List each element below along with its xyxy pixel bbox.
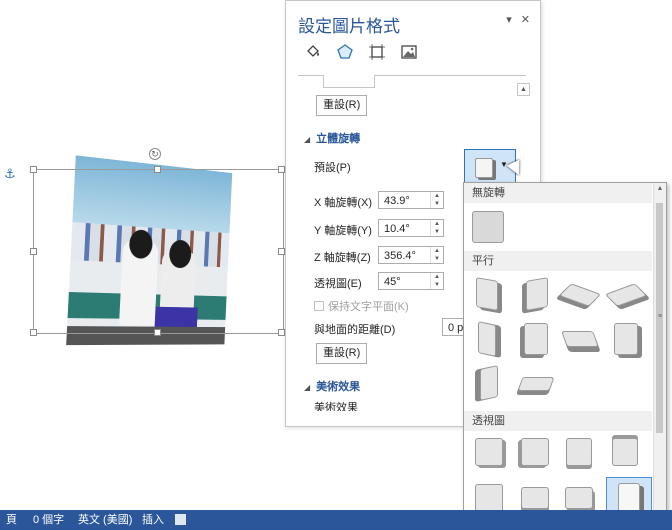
resize-handle[interactable]: [278, 248, 285, 255]
preset-parallel-5[interactable]: [472, 321, 506, 357]
picture-icon[interactable]: [398, 41, 420, 63]
anchor-icon: ⚓: [4, 166, 16, 181]
status-insert-mode[interactable]: 插入: [142, 510, 164, 530]
preset-parallel-10[interactable]: [517, 365, 555, 399]
fill-line-icon[interactable]: [302, 41, 324, 63]
close-icon[interactable]: ✕: [521, 14, 530, 26]
preset-perspective-4[interactable]: [608, 435, 642, 469]
preset-parallel-8[interactable]: [608, 321, 642, 355]
perspective-label: 透視圖(E): [314, 278, 362, 290]
z-rotation-label: Z 軸旋轉(Z): [314, 252, 371, 264]
scroll-up-icon[interactable]: ▲: [654, 185, 666, 192]
scroll-up-icon[interactable]: ▲: [517, 83, 530, 96]
preset-cube-icon: [475, 158, 493, 178]
preset-perspective-selected[interactable]: [606, 477, 652, 513]
preset-perspective-2[interactable]: [518, 435, 552, 469]
pane-title: 設定圖片格式: [298, 17, 400, 36]
rotation-preset-gallery: 無旋轉 平行 透視圖 ▲ ≡: [463, 182, 667, 514]
z-rotation-input[interactable]: 356.4° ▲ ▼: [378, 246, 444, 264]
resize-handle[interactable]: [30, 248, 37, 255]
reset-button[interactable]: 重設(R): [316, 95, 368, 116]
status-page[interactable]: 頁: [6, 510, 17, 530]
gallery-header-perspective: 透視圖: [464, 411, 652, 431]
section-artistic-effects[interactable]: ◢ 美術效果: [304, 378, 360, 394]
perspective-input[interactable]: 45° ▲ ▼: [378, 272, 444, 290]
preset-parallel-2[interactable]: [518, 277, 552, 311]
gallery-header-parallel: 平行: [464, 251, 652, 271]
reset-button[interactable]: 重設(R): [316, 343, 368, 364]
effects-icon[interactable]: [334, 41, 356, 63]
preset-perspective-1[interactable]: [472, 435, 506, 469]
distance-label: 與地面的距離(D): [314, 324, 396, 336]
preset-parallel-3[interactable]: [558, 277, 602, 311]
rotate-handle-icon[interactable]: ↻: [149, 148, 161, 160]
preset-perspective-3[interactable]: [562, 435, 596, 469]
y-rotation-input[interactable]: 10.4° ▲ ▼: [378, 219, 444, 237]
size-properties-icon[interactable]: [366, 41, 388, 63]
preset-parallel-7[interactable]: [561, 321, 599, 355]
resize-handle[interactable]: [278, 166, 285, 173]
x-rotation-label: X 軸旋轉(X): [314, 197, 373, 209]
scroll-grip-icon: ≡: [657, 313, 663, 320]
resize-handle[interactable]: [30, 329, 37, 336]
x-rotation-input[interactable]: 43.9° ▲ ▼: [378, 191, 444, 209]
resize-handle[interactable]: [154, 329, 161, 336]
status-language[interactable]: 英文 (美國): [78, 510, 132, 530]
artistic-effects-label: 美術效果: [314, 402, 358, 411]
pane-options-icon[interactable]: ▾: [506, 14, 512, 26]
resize-handle[interactable]: [154, 166, 161, 173]
gallery-header-no-rotation: 無旋轉: [464, 183, 652, 203]
y-rotation-label: Y 軸旋轉(Y): [314, 225, 372, 237]
status-bar: 頁 0 個字 英文 (美國) 插入: [0, 510, 672, 530]
section-3d-rotation[interactable]: ◢ 立體旋轉: [304, 130, 360, 146]
selection-box[interactable]: [33, 169, 284, 334]
preset-parallel-6[interactable]: [518, 321, 552, 355]
keep-text-flat-checkbox[interactable]: 保持文字平面(K): [314, 298, 409, 314]
preset-parallel-9[interactable]: [472, 365, 506, 401]
preset-label: 預設(P): [314, 162, 351, 174]
gallery-scrollbar[interactable]: ▲ ≡: [653, 183, 666, 513]
preset-no-rotation[interactable]: [471, 210, 505, 244]
resize-handle[interactable]: [30, 166, 37, 173]
status-word-count[interactable]: 0 個字: [33, 510, 64, 530]
preset-parallel-1[interactable]: [472, 277, 506, 311]
macro-record-icon[interactable]: [175, 514, 186, 525]
resize-handle[interactable]: [278, 329, 285, 336]
preset-parallel-4[interactable]: [604, 277, 648, 311]
